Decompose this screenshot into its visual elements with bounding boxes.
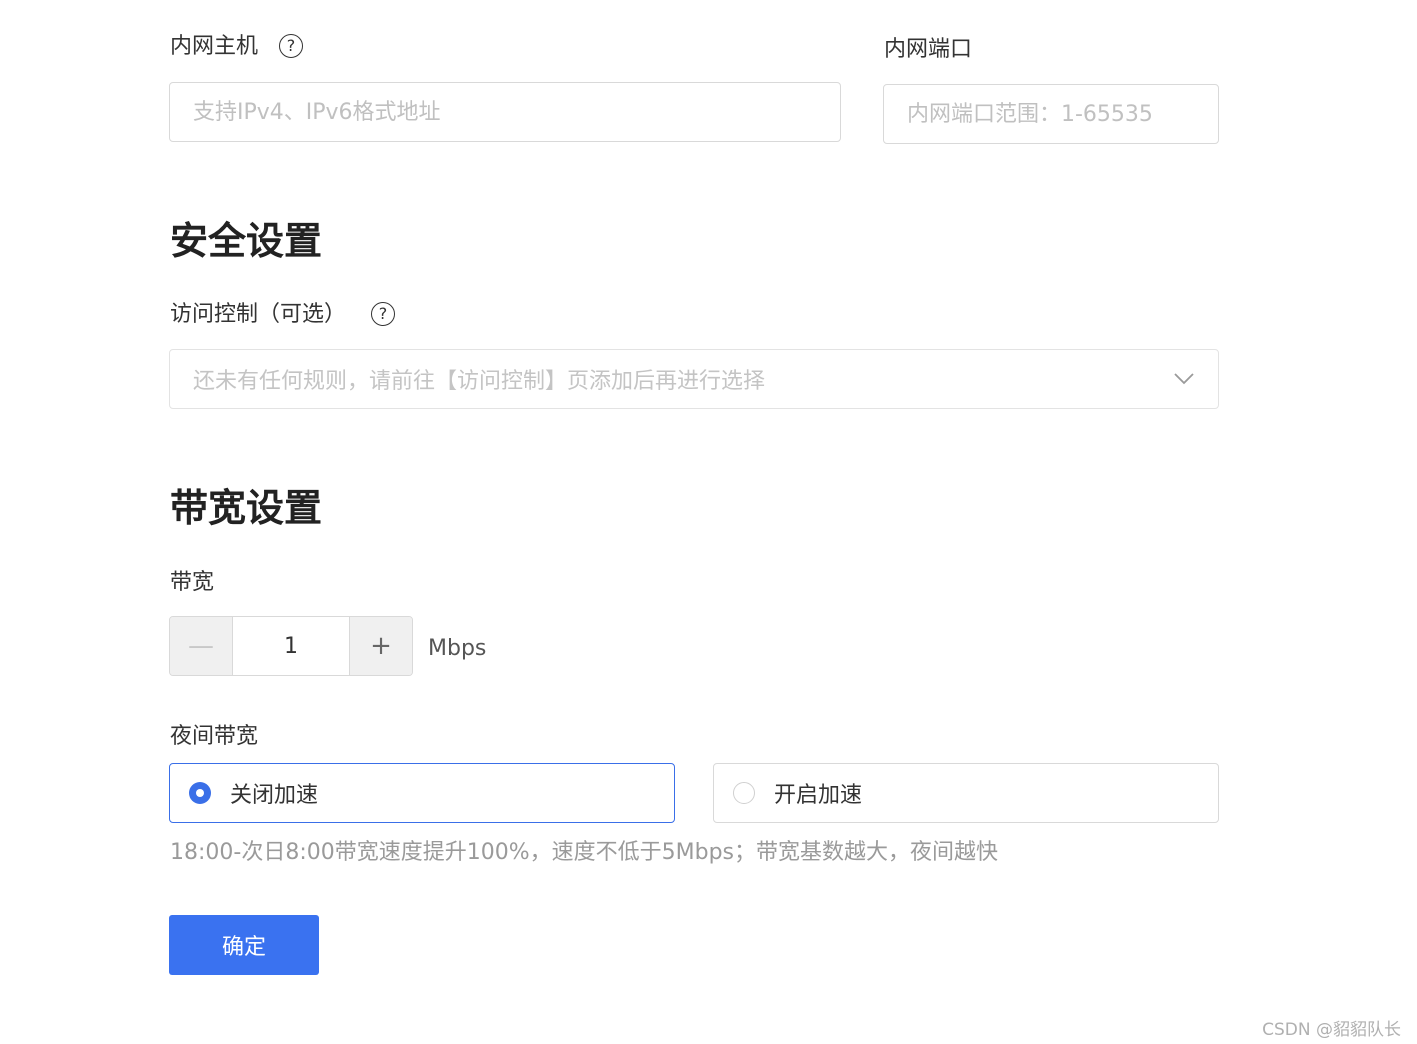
radio-option-acceleration-off[interactable]: 关闭加速	[169, 763, 675, 823]
radio-label: 开启加速	[774, 783, 863, 808]
increment-button[interactable]: +	[349, 617, 412, 675]
access-control-select[interactable]: 还未有任何规则，请前往【访问控制】页添加后再进行选择	[169, 349, 1219, 409]
security-section-title: 安全设置	[170, 219, 323, 263]
bandwidth-label: 带宽	[170, 570, 215, 595]
watermark: CSDN @貂貂队长	[1262, 1020, 1401, 1040]
access-control-label: 访问控制（可选）	[170, 302, 347, 327]
bandwidth-value[interactable]: 1	[233, 617, 349, 675]
radio-option-acceleration-on[interactable]: 开启加速	[713, 763, 1219, 823]
internal-host-input[interactable]	[169, 82, 841, 142]
radio-label: 关闭加速	[230, 783, 319, 808]
decrement-button[interactable]: —	[170, 617, 233, 675]
internal-host-label: 内网主机	[170, 34, 259, 59]
confirm-button[interactable]: 确定	[169, 915, 319, 975]
night-bandwidth-hint: 18:00-次日8:00带宽速度提升100%，速度不低于5Mbps；带宽基数越大…	[170, 840, 999, 865]
bandwidth-stepper: — 1 +	[169, 616, 413, 676]
radio-selected-icon	[189, 782, 211, 804]
internal-port-label: 内网端口	[884, 37, 973, 62]
chevron-down-icon	[1174, 373, 1194, 385]
access-control-select-placeholder: 还未有任何规则，请前往【访问控制】页添加后再进行选择	[193, 369, 766, 394]
internal-port-input[interactable]	[883, 84, 1219, 144]
radio-unselected-icon	[733, 782, 755, 804]
access-control-label-row: 访问控制（可选） ?	[170, 300, 396, 330]
bandwidth-unit: Mbps	[428, 636, 487, 661]
bandwidth-section-title: 带宽设置	[170, 486, 323, 530]
port-mapping-form: 内网主机 ? 内网端口 安全设置 访问控制（可选） ? 还未有任何规则，请前往【…	[0, 0, 1417, 1044]
internal-host-label-row: 内网主机 ?	[170, 32, 304, 62]
help-icon[interactable]: ?	[371, 302, 396, 326]
night-bandwidth-label: 夜间带宽	[170, 724, 259, 749]
help-icon[interactable]: ?	[279, 34, 304, 58]
